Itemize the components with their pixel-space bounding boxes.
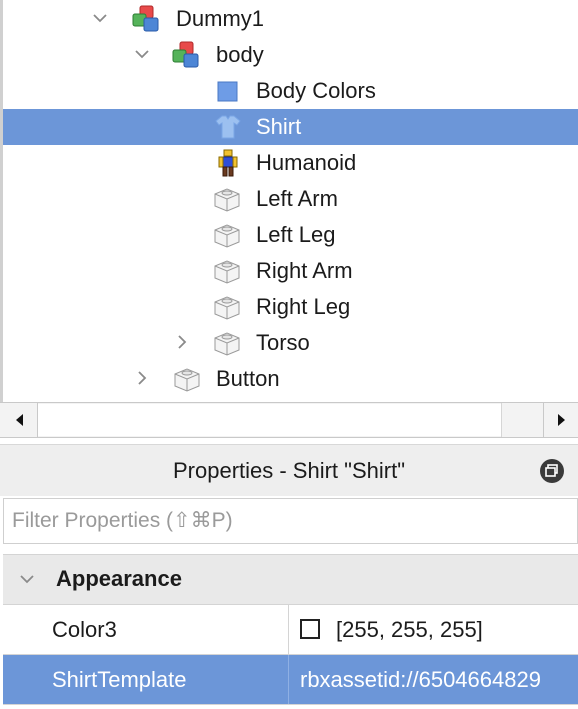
explorer-panel: Dummy1 body Body Colors Shirt Humanoid L… [0,0,578,436]
tree-item-label: Humanoid [256,150,357,175]
category-label: Appearance [56,566,182,591]
tree-item-label: Dummy1 [176,6,265,31]
tree-item-body-colors[interactable]: Body Colors [3,73,578,109]
properties-title: Properties - Shirt "Shirt" [172,458,406,483]
chevron-right-icon[interactable] [173,333,191,351]
tree-item-shirt[interactable]: Shirt [3,109,578,145]
chevron-right-icon[interactable] [133,369,151,387]
part-icon [211,221,241,249]
scrollbar-thumb[interactable] [501,403,542,437]
tree-item-label: Torso [256,330,310,355]
tree-item-label: Right Arm [256,258,353,283]
filter-properties-field[interactable] [3,498,578,544]
tree-item-label: Left Leg [256,222,336,247]
property-grid: Appearance Color3 [255, 255, 255] ShirtT… [3,554,578,709]
tree-item-button[interactable]: Button [3,361,578,397]
filter-properties-input[interactable] [4,499,577,543]
body-colors-icon [213,77,243,105]
category-appearance[interactable]: Appearance [3,555,578,605]
tree-item-left-arm[interactable]: Left Arm [3,181,578,217]
property-value[interactable]: rbxassetid://6504664829 [300,667,541,693]
chevron-down-icon[interactable] [91,9,109,27]
property-name: ShirtTemplate [52,667,187,692]
tree-item-label: body [216,42,264,67]
part-icon [211,293,241,321]
tree-item-humanoid[interactable]: Humanoid [3,145,578,181]
property-value[interactable]: [255, 255, 255] [336,617,483,643]
tree-item-label: Button [216,366,280,391]
tree-item-torso[interactable]: Torso [3,325,578,361]
property-row-color3[interactable]: Color3 [255, 255, 255] [3,605,578,655]
column-divider[interactable] [288,605,289,654]
model-icon [131,5,161,33]
part-icon [211,185,241,213]
tree-item-right-leg[interactable]: Right Leg [3,289,578,325]
part-icon [171,365,201,393]
part-icon [211,329,241,357]
tree-item-label: Shirt [256,114,302,139]
tree-item-label: Right Leg [256,294,351,319]
scrollbar-track[interactable] [38,404,502,436]
humanoid-icon [213,149,243,177]
column-divider[interactable] [288,655,289,704]
horizontal-scrollbar[interactable] [0,402,578,438]
tree-item-left-leg[interactable]: Left Leg [3,217,578,253]
properties-header: Properties - Shirt "Shirt" [0,444,578,496]
scroll-right-arrow-icon[interactable] [543,403,578,437]
property-name: Color3 [52,617,117,642]
color-swatch[interactable] [300,619,320,639]
part-icon [211,257,241,285]
shirt-icon [213,113,243,141]
tree-item-label: Left Arm [256,186,338,211]
chevron-down-icon[interactable] [17,569,37,589]
tree-item-body[interactable]: body [3,37,578,73]
property-row-shirttemplate[interactable]: ShirtTemplate rbxassetid://6504664829 [3,655,578,705]
model-icon [171,41,201,69]
tree-item-right-arm[interactable]: Right Arm [3,253,578,289]
tree-item-label: Body Colors [256,78,376,103]
chevron-down-icon[interactable] [133,45,151,63]
tree-item-dummy1[interactable]: Dummy1 [3,1,578,37]
scroll-left-arrow-icon[interactable] [3,403,38,437]
popout-icon[interactable] [540,459,564,483]
